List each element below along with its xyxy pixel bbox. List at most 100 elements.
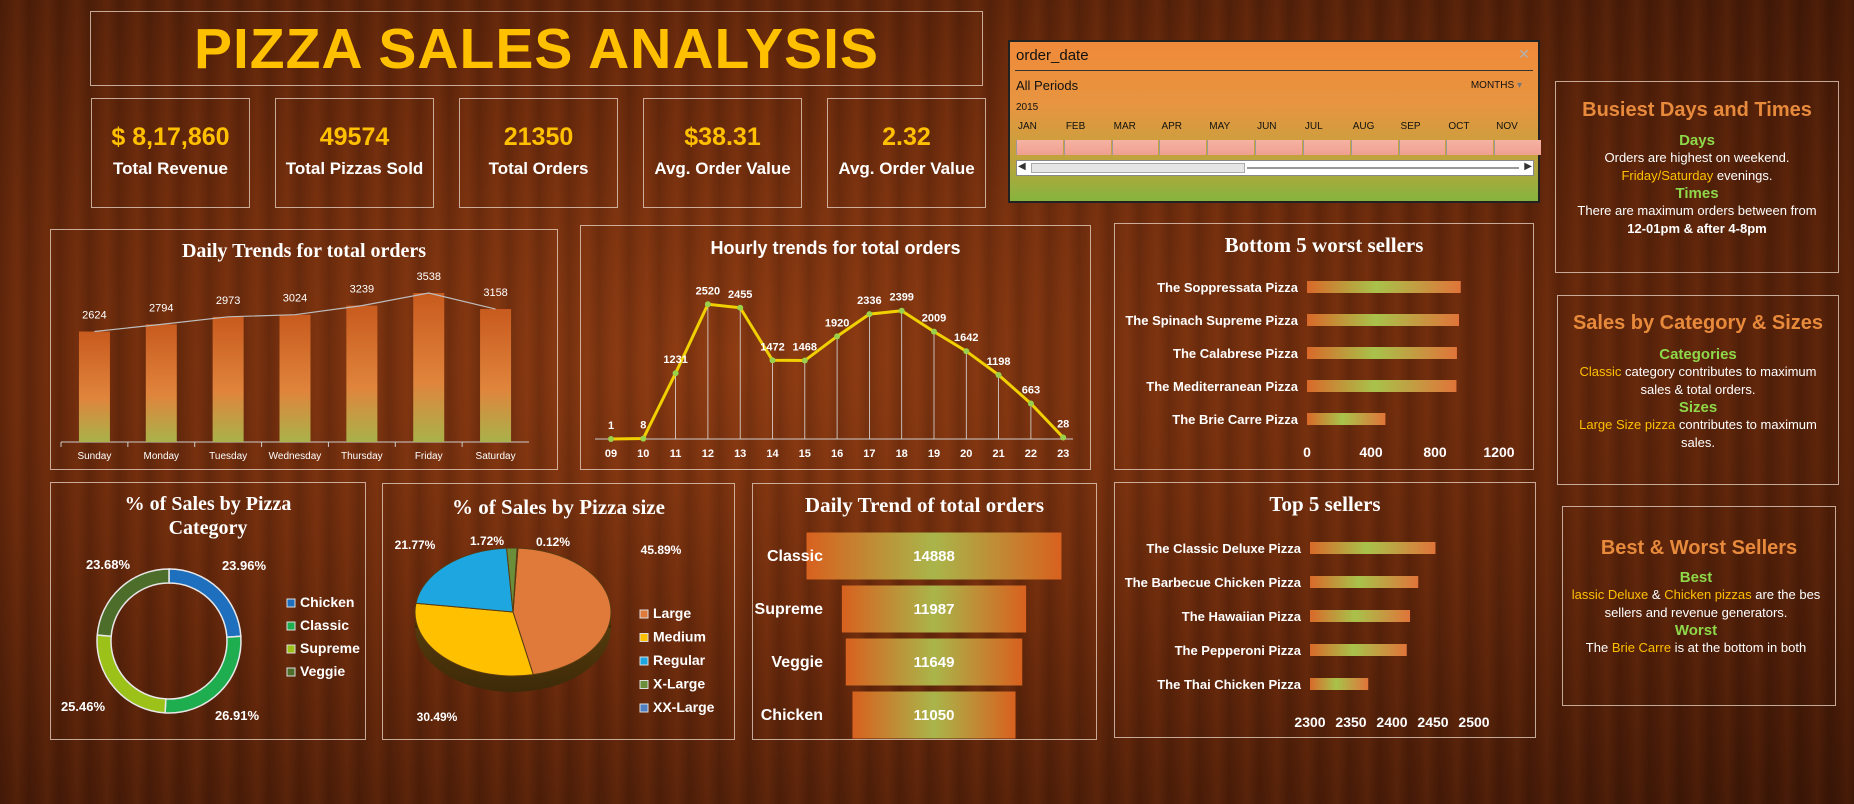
- kpi-value: 21350: [503, 123, 574, 151]
- slicer-month-label: JAN: [1018, 121, 1037, 132]
- slicer-month-label: FEB: [1065, 121, 1086, 132]
- legend-swatch: [286, 598, 296, 608]
- data-point: [672, 370, 679, 377]
- slicer-level-label: MONTHS: [1470, 80, 1515, 91]
- data-point: [1060, 434, 1067, 441]
- x-tick-label: 21: [992, 448, 1004, 460]
- x-tick-label: 11: [670, 448, 682, 460]
- slicer-month-apr[interactable]: APR: [1159, 121, 1207, 157]
- slicer-month-mar[interactable]: MAR: [1111, 121, 1159, 157]
- slicer-month-label: MAR: [1113, 121, 1136, 132]
- bar: [1310, 576, 1419, 588]
- data-label: 14888: [913, 548, 955, 565]
- slicer-month-jun[interactable]: JUN: [1255, 121, 1302, 157]
- x-tick-label: 09: [605, 448, 617, 460]
- x-tick-label: Wednesday: [269, 451, 322, 462]
- data-point: [737, 304, 744, 311]
- x-tick-label: 1200: [1483, 444, 1514, 460]
- slicer-month-label: JUL: [1304, 121, 1323, 132]
- donut-slice: [164, 635, 242, 714]
- slicer-month-jul[interactable]: JUL: [1302, 121, 1350, 157]
- dashboard-title-panel: PIZZA SALES ANALYSIS: [90, 11, 983, 86]
- slicer-month-may[interactable]: MAY: [1207, 121, 1255, 157]
- days-text: Orders are highest on weekend.: [1604, 150, 1790, 165]
- x-tick-label: 20: [960, 448, 972, 460]
- slicer-month-sep[interactable]: SEP: [1398, 121, 1446, 157]
- slicer-month-nov[interactable]: NOV: [1494, 121, 1541, 157]
- kpi-card-total-revenue: $ 8,17,860 Total Revenue: [91, 98, 250, 208]
- category-donut-chart: 23.96% 26.91% 25.46% 23.68% Chicken Classic Su…: [61, 557, 360, 723]
- card-title: Busiest Days and Times: [1582, 99, 1812, 121]
- days-highlight: Friday/Saturday: [1621, 168, 1714, 183]
- slicer-month-label: OCT: [1448, 121, 1470, 132]
- scroll-left-icon[interactable]: ◀: [1018, 161, 1026, 172]
- bar: [78, 331, 110, 442]
- legend-label: Regular: [653, 652, 706, 668]
- scroll-right-icon[interactable]: ▶: [1524, 161, 1532, 172]
- bar: [1310, 542, 1436, 554]
- card-title: Best & Worst Sellers: [1600, 537, 1798, 559]
- data-label: 2624: [82, 310, 106, 322]
- legend-label: Large: [653, 605, 691, 621]
- slicer-month-bar: [1446, 140, 1494, 155]
- bar: [1310, 644, 1407, 656]
- kpi-card-avg-order-value: $38.31 Avg. Order Value: [643, 98, 802, 208]
- category-label: The Spinach Supreme Pizza: [1125, 313, 1298, 328]
- bar: [1310, 610, 1411, 622]
- category-funnel-panel: Daily Trend of total orders 14888 Classic…: [752, 483, 1097, 740]
- data-label: 2399: [889, 292, 913, 304]
- data-label: 23.68%: [86, 557, 131, 572]
- slicer-scrollbar[interactable]: ◀ ▶: [1016, 160, 1534, 176]
- slicer-month-jan[interactable]: JAN: [1016, 121, 1063, 157]
- slicer-scroll-thumb[interactable]: [1031, 163, 1245, 173]
- legend-swatch: [639, 633, 649, 642]
- data-label: 21.77%: [395, 538, 436, 552]
- data-point: [704, 301, 711, 308]
- legend-swatch: [639, 656, 649, 666]
- data-label: 25.46%: [61, 699, 106, 714]
- data-label: 8: [640, 420, 646, 432]
- kpi-value: $ 8,17,860: [111, 123, 230, 151]
- category-label: Chicken: [761, 707, 823, 724]
- chevron-down-icon: ▾: [1516, 80, 1522, 91]
- hourly-trends-chart-panel: Hourly trends for total orders 09 10 11 12 1…: [580, 225, 1091, 470]
- x-tick-label: Friday: [415, 451, 443, 462]
- x-tick-label: Monday: [143, 451, 179, 462]
- category-label: The Classic Deluxe Pizza: [1146, 541, 1301, 556]
- x-tick-label: 400: [1359, 444, 1383, 460]
- bottom-sellers-chart: The Soppressata Pizza The Spinach Supreme…: [1125, 280, 1514, 460]
- data-label: 1198: [987, 356, 1011, 368]
- slicer-month-aug[interactable]: AUG: [1350, 121, 1398, 157]
- data-label: 28: [1057, 419, 1069, 431]
- data-label: 1920: [825, 317, 849, 329]
- data-label: 2973: [216, 295, 240, 307]
- bar: [279, 314, 311, 442]
- category-label: The Calabrese Pizza: [1173, 346, 1299, 361]
- slicer-month-bar: [1255, 140, 1302, 155]
- slicer-month-oct[interactable]: OCT: [1446, 121, 1494, 157]
- data-label: 45.89%: [641, 543, 682, 557]
- legend-label: XX-Large: [653, 699, 715, 715]
- bar: [1307, 281, 1461, 293]
- data-label: 2455: [728, 289, 752, 301]
- x-tick-label: 15: [799, 448, 811, 460]
- data-label: 2794: [149, 302, 173, 314]
- data-label: 3024: [283, 293, 307, 305]
- data-label: 1472: [760, 341, 784, 353]
- slicer-month-feb[interactable]: FEB: [1063, 121, 1111, 157]
- busiest-days-times-card: Busiest Days and Times Days Orders are h…: [1555, 81, 1839, 273]
- legend-swatch: [286, 667, 296, 677]
- data-point: [640, 435, 647, 442]
- legend-label: X-Large: [653, 676, 705, 692]
- slicer-level-dropdown[interactable]: MONTHS ▾: [1471, 80, 1522, 91]
- order-date-timeline-slicer[interactable]: order_date ✕ All Periods MONTHS ▾ 2015 J…: [1008, 40, 1541, 203]
- legend-label: Veggie: [300, 663, 345, 679]
- days-highlight-line: Friday/Saturday evenings.: [1564, 167, 1830, 185]
- slicer-month-bar: [1398, 140, 1446, 155]
- slicer-month-bar: [1302, 140, 1350, 155]
- slicer-month-label: NOV: [1496, 121, 1518, 132]
- card-title: Sales by Category & Sizes: [1572, 312, 1824, 334]
- data-label: 1231: [663, 354, 687, 366]
- slicer-clear-filter-icon[interactable]: ✕: [1518, 46, 1530, 63]
- bottom-sellers-chart-panel: Bottom 5 worst sellers The Soppressata P…: [1114, 223, 1534, 470]
